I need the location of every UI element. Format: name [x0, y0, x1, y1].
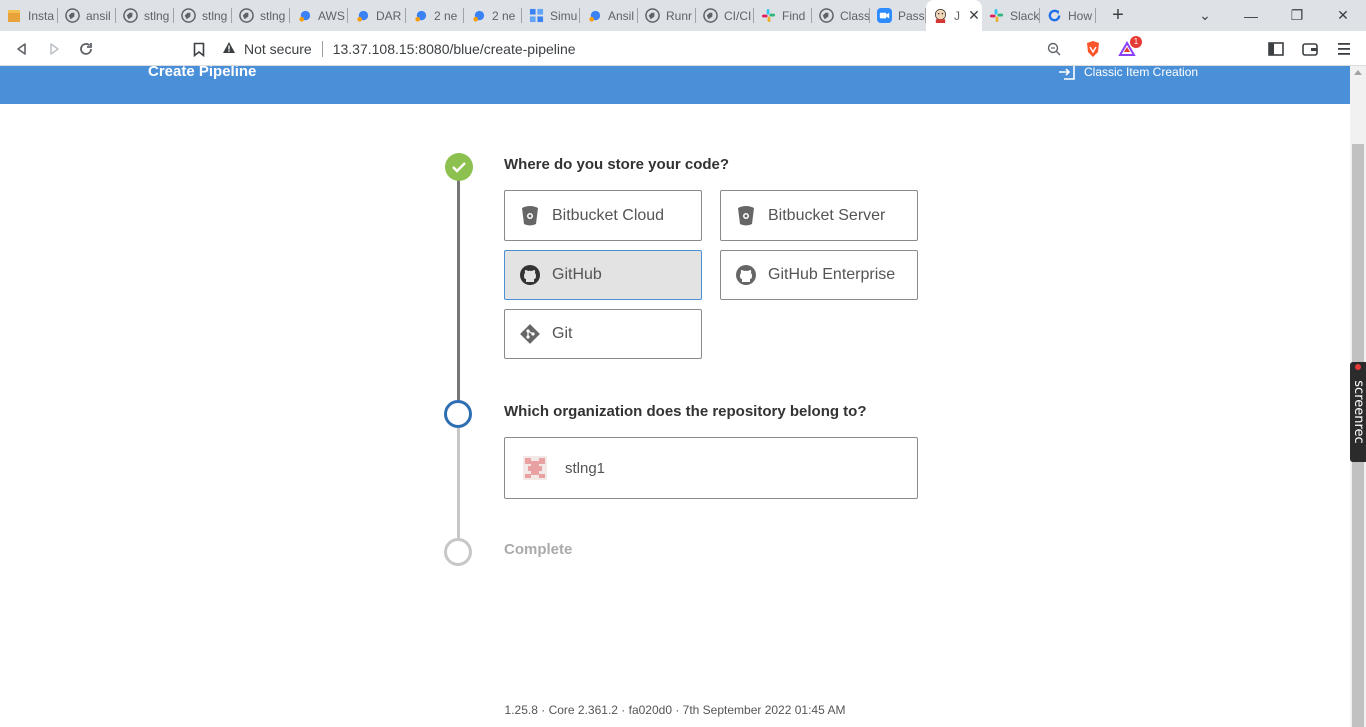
- step-current-icon: [444, 400, 472, 428]
- devops-icon: [412, 8, 428, 24]
- git-icon: [518, 322, 542, 346]
- devops-icon: [296, 8, 312, 24]
- browser-tab[interactable]: ansil: [58, 0, 116, 31]
- screenrec-label: screenrec: [1351, 380, 1366, 444]
- wallet-icon[interactable]: [1298, 37, 1322, 61]
- menu-icon[interactable]: [1332, 37, 1356, 61]
- globe-icon: [180, 8, 196, 24]
- browser-tab[interactable]: Pass: [870, 0, 926, 31]
- github-enterprise-button[interactable]: GitHub Enterprise: [720, 250, 918, 300]
- globe-icon: [702, 8, 718, 24]
- github-label: GitHub: [552, 266, 602, 283]
- browser-toolbar: Not secure 13.37.108.15:8080/blue/create…: [0, 31, 1366, 66]
- brave-rewards-icon[interactable]: 1: [1116, 36, 1142, 61]
- devops-icon: [470, 8, 486, 24]
- version-footer: 1.25.8 · Core 2.361.2 · fa020d0 · 7th Se…: [504, 703, 846, 717]
- sidebar-icon[interactable]: [1264, 37, 1288, 61]
- header-banner: Create Pipeline Classic Item Creation: [0, 66, 1350, 104]
- bitbucket-cloud-button[interactable]: Bitbucket Cloud: [504, 190, 702, 241]
- zoom-icon: [876, 8, 892, 24]
- bitbucket-icon: [734, 204, 758, 228]
- globe-icon: [238, 8, 254, 24]
- scroll-up-icon[interactable]: [1354, 70, 1362, 75]
- browser-tab[interactable]: Class: [812, 0, 870, 31]
- reload-icon[interactable]: [74, 37, 98, 61]
- warning-icon[interactable]: [222, 41, 236, 57]
- browser-tab[interactable]: Find: [754, 0, 812, 31]
- bitbucket-cloud-label: Bitbucket Cloud: [552, 206, 665, 224]
- step-title-store-code: Where do you store your code?: [504, 156, 730, 173]
- globe-icon: [644, 8, 660, 24]
- step-connector-done: [457, 173, 460, 403]
- step-connector-pending: [457, 428, 460, 548]
- github-button[interactable]: GitHub: [504, 250, 702, 300]
- new-tab-button[interactable]: +: [1104, 2, 1132, 30]
- security-label[interactable]: Not secure: [244, 41, 312, 57]
- slack-icon: [760, 8, 776, 24]
- page-title: Create Pipeline: [148, 66, 257, 80]
- exit-icon: [1059, 66, 1075, 80]
- refresh-icon: [1046, 8, 1062, 24]
- screenrec-overlay[interactable]: screenrec: [1350, 362, 1366, 462]
- bitbucket-icon: [518, 204, 542, 228]
- devops-icon: [354, 8, 370, 24]
- browser-tab[interactable]: Insta: [0, 0, 58, 31]
- blocks-icon: [528, 8, 544, 24]
- browser-tab[interactable]: Slack: [982, 0, 1040, 31]
- slack-icon: [988, 8, 1004, 24]
- browser-tab[interactable]: Runr: [638, 0, 696, 31]
- github-icon: [734, 263, 758, 287]
- browser-tab[interactable]: stlng: [232, 0, 290, 31]
- browser-tab[interactable]: AWS: [290, 0, 348, 31]
- org-avatar: [523, 456, 547, 480]
- browser-tab[interactable]: stlng: [174, 0, 232, 31]
- globe-icon: [818, 8, 834, 24]
- browser-tab[interactable]: 2 ne: [406, 0, 464, 31]
- browser-tab[interactable]: Ansil: [580, 0, 638, 31]
- address-bar[interactable]: Not secure 13.37.108.15:8080/blue/create…: [222, 35, 1076, 62]
- devops-icon: [586, 8, 602, 24]
- step-complete-icon: [445, 153, 473, 181]
- close-window-icon[interactable]: ✕: [1320, 0, 1366, 31]
- minimize-icon[interactable]: —: [1228, 0, 1274, 31]
- github-enterprise-label: GitHub Enterprise: [768, 266, 896, 283]
- bitbucket-server-button[interactable]: Bitbucket Server: [720, 190, 918, 241]
- page-content: Create Pipeline Classic Item Creation Wh…: [0, 66, 1350, 727]
- browser-tab[interactable]: DAR: [348, 0, 406, 31]
- classic-item-creation-link[interactable]: Classic Item Creation: [1058, 66, 1198, 80]
- brave-badge: 1: [1130, 36, 1142, 48]
- browser-tab-active[interactable]: J ✕: [926, 0, 982, 31]
- step-title-complete: Complete: [504, 541, 573, 558]
- browser-tab[interactable]: How: [1040, 0, 1096, 31]
- organization-item[interactable]: stlng1: [504, 437, 918, 499]
- step-pending-icon: [444, 538, 472, 566]
- browser-tab[interactable]: 2 ne: [464, 0, 522, 31]
- bitbucket-server-label: Bitbucket Server: [768, 206, 886, 224]
- jenkins-icon: [932, 8, 948, 24]
- omnibox-divider: [321, 40, 323, 57]
- bookmark-icon[interactable]: [187, 37, 211, 61]
- globe-icon: [122, 8, 138, 24]
- zoom-lens-icon[interactable]: [1042, 37, 1066, 61]
- url-text[interactable]: 13.37.108.15:8080/blue/create-pipeline: [333, 41, 576, 57]
- box-icon: [6, 8, 22, 24]
- maximize-icon[interactable]: ❐: [1274, 0, 1320, 31]
- github-icon: [518, 263, 542, 287]
- tab-search-icon[interactable]: ⌄: [1182, 0, 1228, 31]
- git-button[interactable]: Git: [504, 309, 702, 359]
- browser-tab[interactable]: Simu: [522, 0, 580, 31]
- tab-strip: Insta ansil stlng stlng stlng AWS DAR 2 …: [0, 0, 1366, 31]
- back-icon[interactable]: [10, 37, 34, 61]
- forward-icon[interactable]: [42, 37, 66, 61]
- classic-item-creation-label: Classic Item Creation: [1084, 66, 1199, 79]
- brave-shield-icon[interactable]: [1081, 37, 1105, 61]
- close-tab-icon[interactable]: ✕: [966, 7, 982, 24]
- step-title-organization: Which organization does the repository b…: [504, 403, 867, 420]
- organization-label: stlng1: [565, 459, 606, 477]
- globe-icon: [64, 8, 80, 24]
- browser-tab[interactable]: CI/CI: [696, 0, 754, 31]
- browser-tab[interactable]: stlng: [116, 0, 174, 31]
- git-label: Git: [552, 325, 573, 342]
